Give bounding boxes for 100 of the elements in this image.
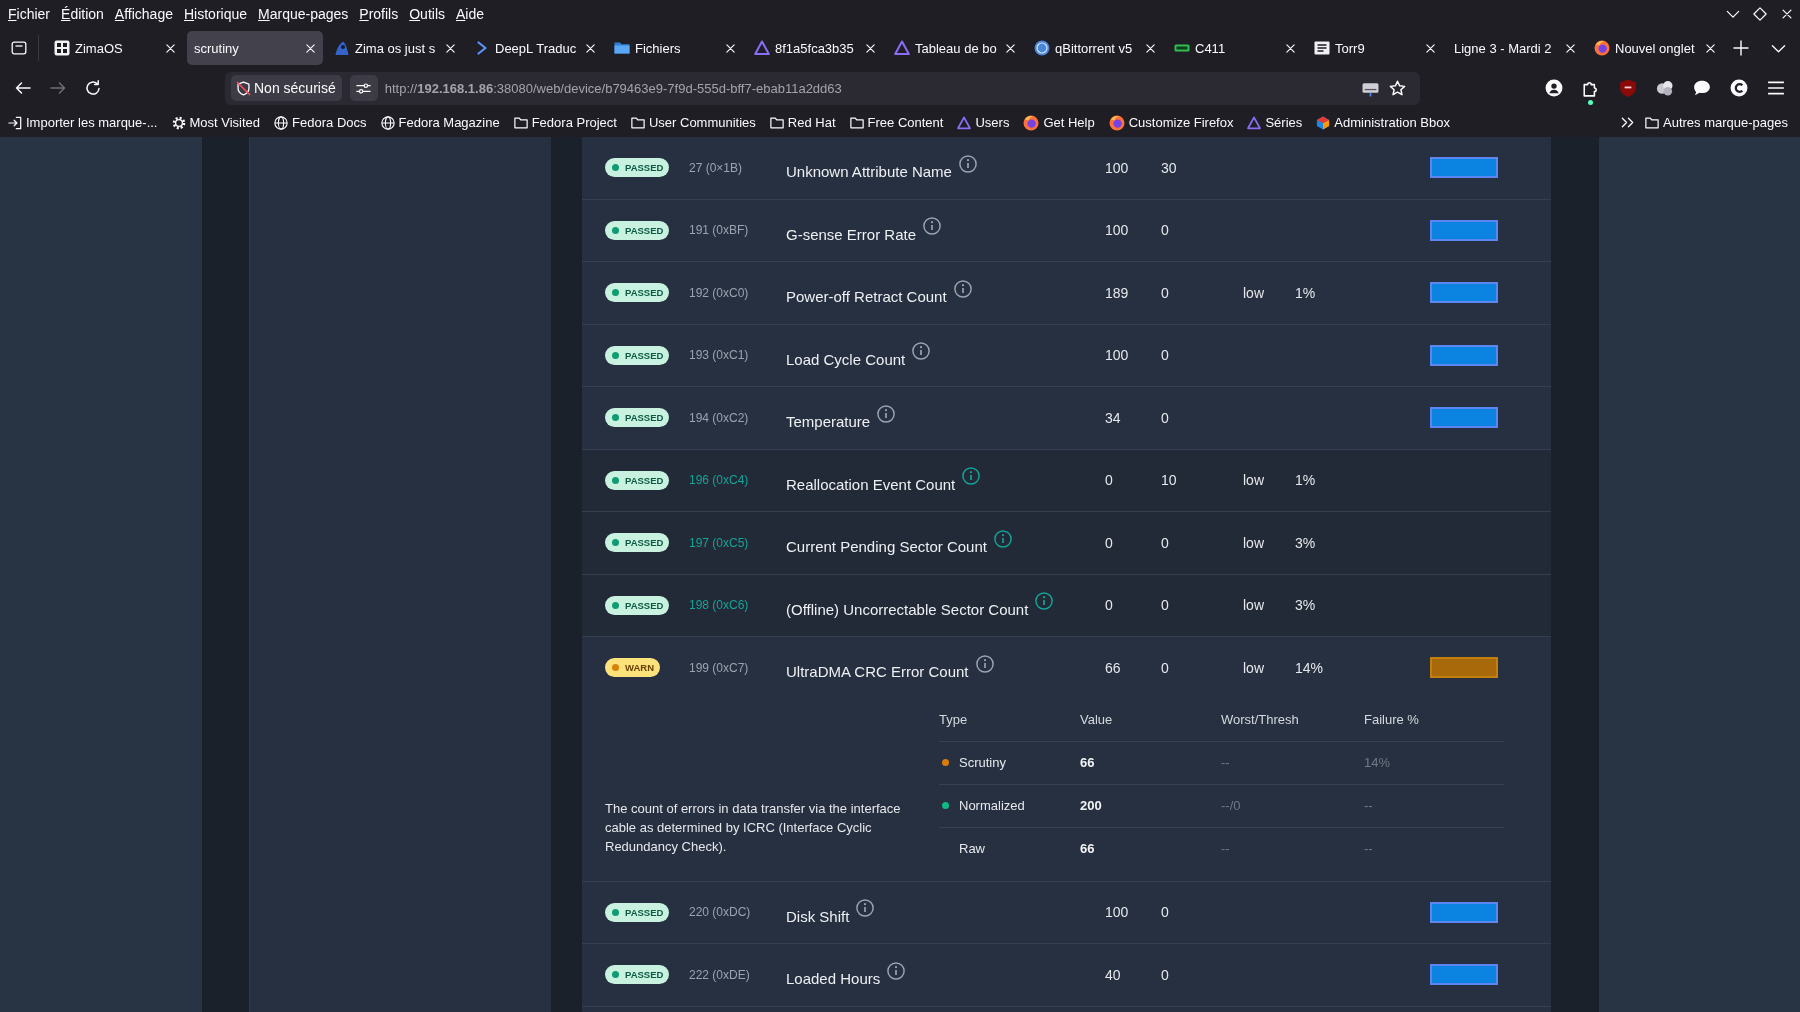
attribute-row[interactable]: PASSED 194 (0xC2) Temperature 34 0 (582, 387, 1551, 450)
bookmark-item[interactable]: Importer les marque-... (8, 115, 158, 130)
bookmark-item[interactable]: Fedora Magazine (380, 115, 500, 130)
circle-logo-icon[interactable] (1730, 79, 1748, 97)
attribute-name: Loaded Hours (786, 970, 881, 988)
bookmark-item[interactable]: User Communities (630, 115, 756, 130)
close-icon[interactable] (1780, 7, 1794, 21)
browser-tab[interactable]: qBittorrent v5 (1027, 31, 1163, 65)
address-bar[interactable]: Non sécurisé http://192.168.1.86:38080/web/device/b79463e9-7f9d-555d-bff7-ebab11a2dd63 (225, 71, 1420, 105)
status-label: PASSED (625, 599, 664, 611)
attribute-row[interactable]: PASSED 197 (0xC5) Current Pending Sector Count 0 0 low 3% (582, 512, 1551, 575)
info-icon[interactable] (912, 342, 931, 361)
attribute-description: The count of errors in data transfer via the interface cable as determined by ICRC (Interface Cyclic Redundancy Check). (605, 799, 902, 856)
close-icon[interactable] (1704, 41, 1717, 55)
status-label: PASSED (625, 287, 664, 299)
permissions-button[interactable] (349, 75, 378, 101)
close-icon[interactable] (444, 41, 457, 55)
double-chevron-icon[interactable] (1620, 115, 1635, 130)
bookmark-item[interactable]: Red Hat (769, 115, 836, 130)
info-icon[interactable] (953, 279, 972, 298)
close-icon[interactable] (1004, 41, 1017, 55)
info-icon[interactable] (958, 154, 977, 173)
url-text: http://192.168.1.86:38080/web/device/b79463e9-7f9d-555d-bff7-ebab11a2dd63 (384, 80, 843, 96)
menu-item[interactable]: Outils (404, 6, 450, 22)
menu-item[interactable]: Aide (451, 6, 490, 22)
back-icon[interactable] (15, 80, 31, 96)
attribute-id: 193 (0xC1) (689, 348, 750, 363)
attribute-row[interactable]: PASSED 27 (0×1B) Unknown Attribute Name 100 30 (582, 137, 1551, 200)
bookmark-item[interactable]: Most Visited (171, 115, 261, 130)
security-indicator[interactable]: Non sécurisé (231, 75, 342, 101)
plus-icon[interactable] (1733, 40, 1749, 56)
browser-tab[interactable]: Torr9 (1307, 31, 1443, 65)
browser-tab[interactable]: C411 (1167, 31, 1303, 65)
info-icon[interactable] (962, 467, 981, 486)
table-cell-text: -- (1221, 841, 1231, 856)
tab-list-icon[interactable] (11, 40, 27, 56)
table-cell-text: 66 (1080, 755, 1096, 770)
menu-item[interactable]: Affichage (109, 6, 178, 22)
close-icon[interactable] (164, 41, 177, 55)
close-icon[interactable] (1424, 41, 1437, 55)
close-icon[interactable] (1284, 41, 1297, 55)
bookmark-item[interactable]: Administration Bbox (1316, 115, 1450, 130)
browser-tab[interactable]: Ligne 3 - Mardi 2 (1447, 31, 1583, 65)
close-icon[interactable] (1144, 41, 1157, 55)
info-icon[interactable] (975, 654, 994, 673)
close-icon[interactable] (1564, 41, 1577, 55)
cloud-icon[interactable] (1656, 79, 1674, 97)
attribute-row[interactable]: PASSED 191 (0xBF) G-sense Error Rate 100 0 (582, 199, 1551, 262)
attribute-row[interactable]: PASSED 222 (0xDE) Loaded Hours 40 0 (582, 944, 1551, 1007)
star-icon[interactable] (1389, 79, 1406, 97)
info-icon[interactable] (877, 404, 896, 423)
browser-tab[interactable]: ZimaOS (47, 31, 183, 65)
shield-icon[interactable] (1619, 79, 1637, 97)
reload-icon[interactable] (85, 80, 101, 96)
menu-item[interactable]: Édition (56, 6, 109, 22)
info-icon[interactable] (923, 217, 942, 236)
browser-tab[interactable]: DeepL Traduc (467, 31, 603, 65)
menu-item[interactable]: Historique (178, 6, 252, 22)
attribute-row[interactable]: PASSED 220 (0xDC) Disk Shift 100 0 (582, 881, 1551, 944)
menu-item[interactable]: Profils (354, 6, 404, 22)
status-label: PASSED (625, 474, 664, 486)
bookmark-item[interactable]: Users (957, 115, 1010, 130)
browser-tab[interactable]: scrutiny (187, 31, 323, 65)
diamond-icon[interactable] (1753, 7, 1767, 21)
menu-item[interactable]: Marque-pages (253, 6, 354, 22)
shield-icon (236, 80, 251, 96)
browser-tab[interactable]: Zima os just s (327, 31, 463, 65)
browser-tab[interactable]: Tableau de bo (887, 31, 1023, 65)
avatar-icon[interactable] (1545, 79, 1563, 97)
info-icon[interactable] (1035, 592, 1054, 611)
bookmark-item[interactable]: Autres marque-pages (1645, 115, 1788, 130)
attribute-row[interactable]: PASSED 193 (0xC1) Load Cycle Count 100 0 (582, 324, 1551, 387)
close-icon[interactable] (724, 41, 737, 55)
info-icon[interactable] (856, 899, 875, 918)
bookmark-item[interactable]: Get Help (1023, 114, 1095, 131)
info-icon[interactable] (993, 529, 1012, 548)
browser-tab[interactable]: Fichiers (607, 31, 743, 65)
menu-item[interactable]: Fichier (3, 6, 56, 22)
attribute-row[interactable]: PASSED 196 (0xC4) Reallocation Event Count 0 10 low 1% (582, 449, 1551, 512)
bookmark-item[interactable]: Customize Firefox (1108, 114, 1234, 131)
chat-bubble-icon[interactable] (1693, 79, 1711, 97)
puzzle-icon[interactable] (1582, 79, 1600, 97)
attribute-row[interactable]: PASSED 192 (0xC0) Power-off Retract Count 189 0 low 1% (582, 262, 1551, 325)
menu-icon[interactable] (1767, 79, 1785, 97)
browser-tab[interactable]: Nouvel onglet (1587, 31, 1723, 65)
status-label: PASSED (625, 906, 664, 918)
bookmark-item[interactable]: Free Content (849, 115, 944, 130)
close-icon[interactable] (304, 41, 317, 55)
bookmark-item[interactable]: Séries (1247, 115, 1303, 130)
attribute-id: 222 (0xDE) (689, 967, 751, 982)
info-icon[interactable] (887, 961, 906, 980)
table-cell-text: 0 (1161, 904, 1170, 921)
close-icon[interactable] (584, 41, 597, 55)
attribute-row[interactable]: PASSED 198 (0xC6) (Offline) Uncorrectable Sector Count 0 0 low 3% (582, 574, 1551, 637)
bookmark-item[interactable]: Fedora Docs (274, 115, 367, 130)
browser-tab[interactable]: 8f1a5fca3b35 (747, 31, 883, 65)
close-icon[interactable] (864, 41, 877, 55)
bookmark-item[interactable]: Fedora Project (513, 115, 617, 130)
table-cell-text: 30 (1161, 159, 1178, 176)
status-label: PASSED (625, 412, 664, 424)
